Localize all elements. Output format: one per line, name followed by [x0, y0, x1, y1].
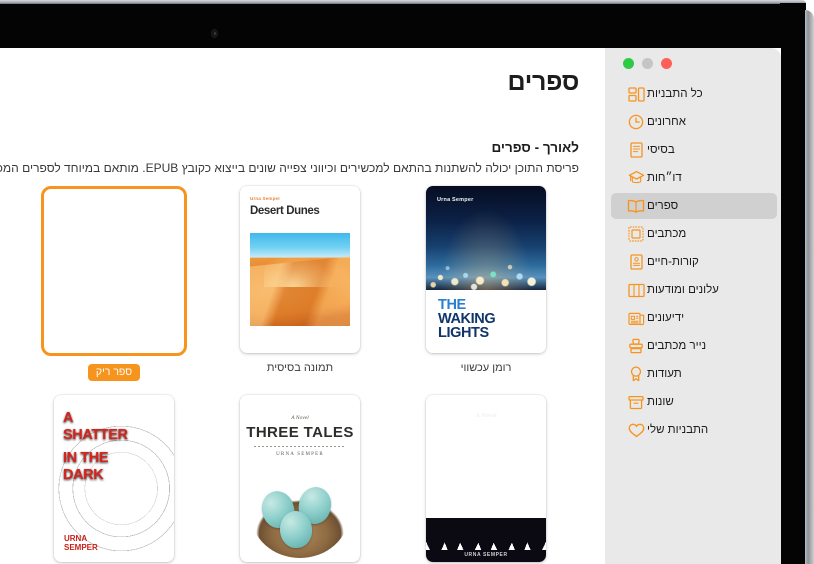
award-ribbon-icon — [625, 364, 647, 384]
template-tile-stories-night-sky[interactable]: A Novel STORIES OF THE NIGHT SKY URNA SE… — [393, 395, 579, 564]
sidebar-item-stationery[interactable]: נייר מכתבים — [611, 333, 777, 359]
template-tile-blank-book[interactable]: ספר ריק — [21, 186, 207, 381]
sidebar-item-misc[interactable]: שונות — [611, 389, 777, 415]
cover-title-line-4: DARK — [63, 467, 104, 483]
cover-byline: URNA SEMPER — [64, 534, 98, 552]
template-tile-desert-dunes[interactable]: Urna Semper Desert Dunes תמונה בסיסית — [207, 186, 393, 381]
template-caption: רומן עכשווי — [460, 362, 512, 374]
cover-title-line-1: A — [63, 410, 74, 426]
cover-byline-line-2: SEMPER — [64, 543, 98, 552]
heart-icon — [625, 420, 647, 440]
sidebar-nav-list: כל התבניות אחרונים בסיסי דו״חות ספרים מכ… — [611, 81, 777, 445]
cover-author-name: Urna Semper — [437, 197, 474, 203]
cover-title: THREE TALES — [246, 424, 354, 441]
sidebar-item-label: כל התבניות — [647, 88, 703, 100]
cover-kicker: A Novel — [291, 415, 309, 421]
book-cover-desert-dunes[interactable]: Urna Semper Desert Dunes — [240, 186, 360, 353]
template-tile-waking-lights[interactable]: Urna Semper THE WAKING LIGHTS רומן עכשוו… — [393, 186, 579, 381]
cover-title: Desert Dunes — [250, 205, 320, 217]
archive-box-icon — [625, 392, 647, 412]
sidebar-item-label: תעודות — [647, 368, 682, 380]
device-right-bezel — [780, 3, 806, 564]
trifold-brochure-icon — [625, 280, 647, 300]
graduation-cap-reports-icon — [625, 168, 647, 188]
rubber-stamp-icon — [625, 336, 647, 356]
template-chooser-window: ספרים לאורך - ספרים פריסת התוכן יכולה לה… — [0, 48, 781, 564]
sidebar-item-certificates[interactable]: תעודות — [611, 361, 777, 387]
sidebar-item-books[interactable]: ספרים — [611, 193, 777, 219]
sidebar-item-label: ידיעונים — [647, 312, 685, 324]
sidebar-item-label: מכתבים — [647, 228, 687, 240]
sidebar-item-newsletters[interactable]: ידיעונים — [611, 305, 777, 331]
cover-author-name: URNA SEMPER — [276, 452, 324, 457]
open-book-icon — [625, 196, 647, 216]
cover-author-name: Urna Semper — [250, 196, 281, 201]
cover-divider-rule — [254, 446, 346, 447]
all-templates-grid-icon — [625, 84, 647, 104]
zoom-button-green[interactable] — [623, 58, 634, 69]
cover-kicker: A Novel — [475, 412, 497, 419]
resume-id-card-icon — [625, 252, 647, 272]
book-cover-blank[interactable] — [41, 186, 187, 356]
sidebar-item-label: התבניות שלי — [647, 424, 709, 436]
cover-title-line-3: IN THE — [63, 450, 109, 466]
sidebar-item-recent[interactable]: אחרונים — [611, 109, 777, 135]
sidebar-item-label: ספרים — [647, 200, 679, 212]
sidebar-item-label: בסיסי — [647, 144, 675, 156]
section-description: פריסת התוכן יכולה להשתנות בהתאם למכשירים… — [0, 161, 579, 175]
sidebar-item-reports[interactable]: דו״חות — [611, 165, 777, 191]
sidebar-item-label: אחרונים — [647, 116, 686, 128]
book-cover-stories-night-sky[interactable]: A Novel STORIES OF THE NIGHT SKY URNA SE… — [426, 395, 546, 562]
macbook-device-frame: ספרים לאורך - ספרים פריסת התוכן יכולה לה… — [0, 0, 814, 564]
device-right-edge-highlight — [805, 10, 814, 564]
sidebar-item-my-templates[interactable]: התבניות שלי — [611, 417, 777, 443]
cover-title-line-3: LIGHTS — [438, 325, 489, 341]
cover-byline-line-1: URNA — [64, 534, 88, 543]
cover-title-line-3: NIGHT SKY — [449, 450, 523, 466]
sidebar-item-label: קורות-חיים — [647, 256, 699, 268]
clock-recent-icon — [625, 112, 647, 132]
sidebar-item-resume[interactable]: קורות-חיים — [611, 249, 777, 275]
section-heading: לאורך - ספרים — [491, 140, 579, 155]
letters-frame-icon — [625, 224, 647, 244]
device-top-edge-highlight — [0, 0, 806, 4]
sidebar-item-label: עלונים ומודעות — [647, 284, 719, 296]
newsletter-icon — [625, 308, 647, 328]
basic-document-icon — [625, 140, 647, 160]
minimize-button-gray[interactable] — [642, 58, 653, 69]
webcam-lens-dot — [213, 32, 216, 35]
sidebar-item-basic[interactable]: בסיסי — [611, 137, 777, 163]
book-cover-shatter-in-the-dark[interactable]: A SHATTER IN THE DARK URNA SEMPER — [54, 395, 174, 562]
template-tile-shatter-in-the-dark[interactable]: A SHATTER IN THE DARK URNA SEMPER — [21, 395, 207, 564]
cover-title-line-2: SHATTER — [63, 427, 128, 443]
sidebar-item-letters[interactable]: מכתבים — [611, 221, 777, 247]
book-cover-waking-lights[interactable]: Urna Semper THE WAKING LIGHTS — [426, 186, 546, 353]
close-button-red[interactable] — [661, 58, 672, 69]
cover-byline: URNA SEMPER — [464, 552, 508, 558]
template-grid: Urna Semper THE WAKING LIGHTS רומן עכשוו… — [19, 186, 579, 564]
desert-dunes-photo — [250, 233, 350, 326]
window-traffic-lights — [623, 58, 672, 69]
sidebar-item-label: דו״חות — [647, 172, 682, 184]
template-tile-three-tales[interactable]: A Novel THREE TALES URNA SEMPER — [207, 395, 393, 564]
template-gallery-pane: ספרים לאורך - ספרים פריסת התוכן יכולה לה… — [0, 48, 605, 564]
template-category-sidebar: כל התבניות אחרונים בסיסי דו״חות ספרים מכ… — [605, 48, 781, 564]
sidebar-item-all-templates[interactable]: כל התבניות — [611, 81, 777, 107]
device-top-bezel — [0, 3, 806, 48]
template-caption: תמונה בסיסית — [266, 362, 334, 374]
page-title: ספרים — [507, 68, 580, 96]
template-caption-selected: ספר ריק — [87, 364, 141, 381]
book-cover-three-tales[interactable]: A Novel THREE TALES URNA SEMPER — [240, 395, 360, 562]
sidebar-item-label: נייר מכתבים — [647, 340, 707, 352]
sidebar-item-label: שונות — [647, 396, 674, 408]
sidebar-item-flyers-and-posters[interactable]: עלונים ומודעות — [611, 277, 777, 303]
